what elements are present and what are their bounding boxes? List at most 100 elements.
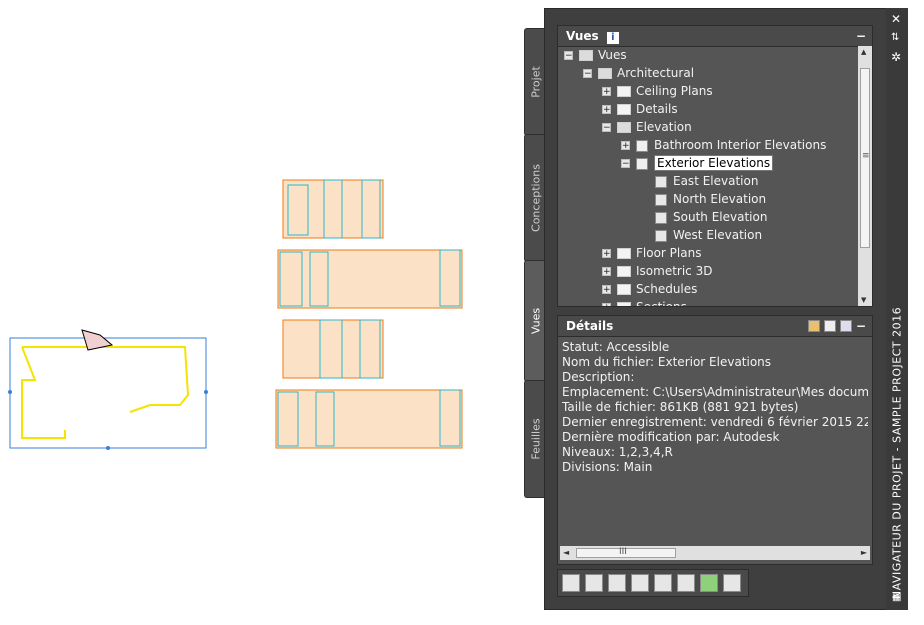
tree-item-label: West Elevation — [673, 228, 763, 242]
tree-item[interactable]: North Elevation — [640, 190, 766, 208]
preview-toggle-icon[interactable] — [824, 320, 836, 332]
palette-title: NAVIGATEUR DU PROJET - SAMPLE PROJECT 20… — [890, 306, 904, 600]
details-title: Détails — [566, 319, 614, 333]
view-icon — [655, 229, 667, 242]
palette-body: Vues i − − Vues − Architectural + Ceiling Pla… — [544, 8, 908, 610]
add-category-icon[interactable] — [608, 574, 626, 592]
details-line: Emplacement: C:\Users\Administrateur\Mes… — [562, 385, 868, 399]
details-line: Taille de fichier: 861KB (881 921 bytes) — [562, 400, 799, 414]
tree-item-label: East Elevation — [673, 174, 759, 188]
collapse-icon[interactable]: − — [583, 69, 592, 79]
scroll-down-icon[interactable]: ▼ — [861, 296, 866, 304]
tree-item-label: Vues — [598, 48, 627, 62]
repath-icon[interactable] — [723, 574, 741, 592]
expand-icon[interactable]: + — [602, 267, 611, 277]
details-line: Dernier enregistrement: vendredi 6 févri… — [562, 415, 868, 429]
floor-plan-drawing[interactable] — [8, 329, 208, 450]
close-icon[interactable]: ✕ — [891, 12, 901, 26]
scroll-right-icon[interactable]: ► — [861, 548, 867, 557]
tree-item[interactable]: − Architectural — [583, 64, 694, 82]
details-collapse-button[interactable]: − — [856, 316, 866, 336]
drawing-canvas[interactable] — [0, 0, 520, 625]
tree-item-label: Isometric 3D — [636, 264, 713, 278]
tree-item-label: North Elevation — [673, 192, 767, 206]
palette-titlebar[interactable]: NAVIGATEUR DU PROJET - SAMPLE PROJECT 20… — [886, 8, 908, 610]
tree-item[interactable]: + Sections — [602, 298, 687, 306]
properties-icon[interactable] — [631, 574, 649, 592]
new-view-icon[interactable] — [562, 574, 580, 592]
tab-label: Vues — [529, 307, 543, 335]
expand-icon[interactable]: + — [602, 105, 611, 115]
details-hscrollbar[interactable]: ◄ III ► — [560, 546, 870, 560]
tree-item[interactable]: + Floor Plans — [602, 244, 701, 262]
tree-item[interactable]: + Details — [602, 100, 678, 118]
tree-item[interactable]: East Elevation — [640, 172, 758, 190]
tree-item[interactable]: − Exterior Elevations — [621, 154, 774, 172]
scroll-grip-icon: ≡ — [862, 151, 870, 161]
views-collapse-button[interactable]: − — [856, 26, 866, 46]
view-icon — [655, 211, 667, 224]
refresh-icon[interactable] — [700, 574, 718, 592]
folder-icon — [617, 86, 631, 97]
tree-item[interactable]: + Isometric 3D — [602, 262, 712, 280]
tree-item[interactable]: − Vues — [564, 46, 627, 64]
select-icon[interactable] — [654, 574, 672, 592]
views-title: Vues — [566, 29, 599, 43]
expand-icon[interactable]: + — [621, 141, 630, 151]
collapse-icon[interactable]: − — [564, 51, 573, 61]
tree-item-label: Bathroom Interior Elevations — [654, 138, 827, 152]
tree-item[interactable]: − Elevation — [602, 118, 692, 136]
collapse-icon[interactable]: − — [602, 123, 611, 133]
scroll-left-icon[interactable]: ◄ — [563, 548, 569, 557]
folder-icon — [617, 266, 631, 277]
open-icon[interactable] — [677, 574, 695, 592]
expand-icon[interactable]: + — [602, 249, 611, 259]
details-line: Divisions: Main — [562, 460, 653, 474]
tree-item[interactable]: + Schedules — [602, 280, 697, 298]
tree-item[interactable]: + Bathroom Interior Elevations — [621, 136, 826, 154]
settings-gear-icon[interactable]: ✲ — [891, 50, 901, 64]
tree-item-label: Elevation — [636, 120, 692, 134]
refresh-preview-icon[interactable] — [808, 320, 820, 332]
tree-item-label: Details — [636, 102, 678, 116]
views-header: Vues i − — [558, 26, 872, 47]
expand-icon[interactable]: + — [602, 285, 611, 295]
folder-icon — [617, 104, 631, 115]
tree-item[interactable]: South Elevation — [640, 208, 767, 226]
details-hscroll-thumb[interactable]: III — [576, 547, 676, 558]
views-tree[interactable]: − Vues − Architectural + Ceiling Plans + Detail… — [558, 46, 858, 306]
tree-item[interactable]: + Ceiling Plans — [602, 82, 713, 100]
tab-label: Feuilles — [529, 418, 543, 460]
views-scroll-thumb[interactable]: ≡ — [860, 68, 870, 248]
tree-item-label: Exterior Elevations — [654, 155, 774, 171]
tree-item[interactable]: West Elevation — [640, 226, 762, 244]
elevation-icon — [636, 139, 648, 152]
folder-icon — [598, 68, 612, 79]
tab-label: Conceptions — [529, 164, 543, 232]
view-icon — [655, 193, 667, 206]
elevation-sheet-3[interactable] — [282, 319, 384, 379]
collapse-icon[interactable]: − — [621, 159, 630, 169]
elevation-sheet-2[interactable] — [277, 249, 463, 309]
expand-icon[interactable]: + — [602, 87, 611, 97]
details-header: Détails − — [558, 316, 872, 337]
new-view-options-icon[interactable] — [585, 574, 603, 592]
tree-item-label: Schedules — [636, 282, 698, 296]
folder-icon — [617, 302, 631, 306]
views-scrollbar[interactable]: ≡ ▲ ▼ — [858, 46, 872, 306]
hscroll-grip-icon: III — [619, 547, 627, 557]
tree-item-label: Sections — [636, 300, 687, 306]
view-icon — [655, 175, 667, 188]
folder-icon — [617, 122, 631, 133]
elevation-sheet-1[interactable] — [282, 179, 384, 239]
autohide-icon[interactable]: ⇅ — [891, 32, 899, 43]
scroll-up-icon[interactable]: ▲ — [861, 48, 866, 56]
info-icon[interactable]: i — [606, 32, 619, 44]
project-navigator-palette: Projet Conceptions Vues Feuilles Vues i … — [524, 8, 908, 610]
expand-icon[interactable]: + — [602, 303, 611, 306]
palette-menu-icon[interactable]: ▦ — [892, 592, 901, 603]
tab-label: Projet — [529, 66, 543, 98]
image-preview-icon[interactable] — [840, 320, 852, 332]
tree-item-label: Ceiling Plans — [636, 84, 713, 98]
elevation-sheet-4[interactable] — [275, 389, 463, 449]
